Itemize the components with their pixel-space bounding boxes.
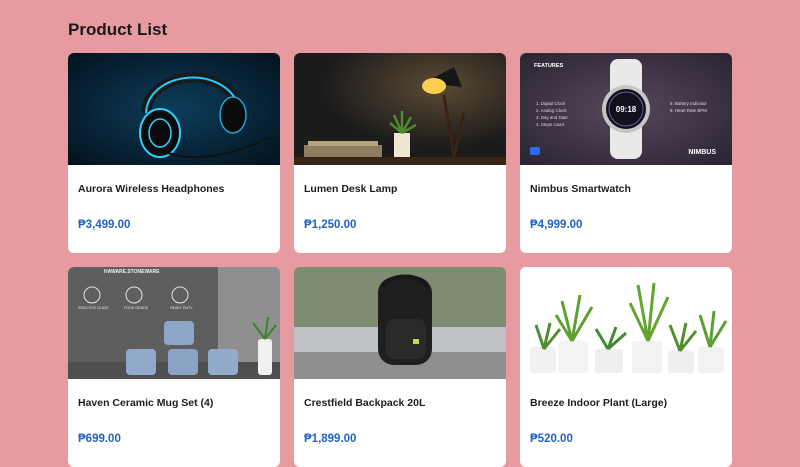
watch-time: 09:18 — [616, 105, 637, 114]
headphones-image[interactable] — [68, 53, 280, 165]
product-card[interactable]: Aurora Wireless Headphones ₱3,499.00 — [68, 53, 280, 253]
smartwatch-image[interactable]: FEATURES 1. Digital Clock 2. Analog Cloc… — [520, 53, 732, 165]
feature-item: 3. Day and Date — [536, 115, 568, 120]
product-card[interactable]: FEATURES 1. Digital Clock 2. Analog Cloc… — [520, 53, 732, 253]
badge-label: REACTIVE GLAZE — [78, 306, 109, 310]
feature-item: 5. Battery Indicator — [670, 101, 707, 106]
page-title: Product List — [68, 20, 168, 39]
badge-label: HEAVY DUTY — [170, 306, 193, 310]
product-card[interactable]: Crestfield Backpack 20L ₱1,899.00 — [294, 267, 506, 467]
plants-image[interactable] — [520, 267, 732, 379]
feature-item: 1. Digital Clock — [536, 101, 566, 106]
features-heading: FEATURES — [534, 63, 564, 69]
feature-item: 6. Heart Rate BPM — [670, 108, 707, 113]
mug-set-image[interactable]: HAWARE.STONEWARE REACTIVE GLAZE FOOD GRA… — [68, 267, 280, 379]
product-price: ₱4,999.00 — [530, 219, 583, 231]
product-price: ₱1,250.00 — [304, 219, 357, 231]
badge-label: FOOD GRADE — [124, 306, 149, 310]
product-price: ₱520.00 — [530, 433, 573, 445]
product-name[interactable]: Breeze Indoor Plant (Large) — [530, 397, 667, 409]
product-name[interactable]: Lumen Desk Lamp — [304, 183, 397, 195]
product-card[interactable]: Breeze Indoor Plant (Large) ₱520.00 — [520, 267, 732, 467]
brand-logo: NIMBUS — [688, 149, 716, 156]
product-price: ₱699.00 — [78, 433, 121, 445]
product-grid: Aurora Wireless Headphones ₱3,499.00 Lum… — [68, 53, 732, 467]
product-card[interactable]: HAWARE.STONEWARE REACTIVE GLAZE FOOD GRA… — [68, 267, 280, 467]
product-card[interactable]: Lumen Desk Lamp ₱1,250.00 — [294, 53, 506, 253]
product-name[interactable]: Nimbus Smartwatch — [530, 183, 631, 195]
product-name[interactable]: Aurora Wireless Headphones — [78, 183, 224, 195]
product-price: ₱3,499.00 — [78, 219, 131, 231]
feature-item: 4. Steps count — [536, 122, 565, 127]
backpack-image[interactable] — [294, 267, 506, 379]
product-price: ₱1,899.00 — [304, 433, 357, 445]
product-name[interactable]: Crestfield Backpack 20L — [304, 397, 425, 409]
product-name[interactable]: Haven Ceramic Mug Set (4) — [78, 397, 213, 409]
desk-lamp-image[interactable] — [294, 53, 506, 165]
feature-item: 2. Analog Clock — [536, 108, 567, 113]
brand-logo: HAWARE.STONEWARE — [104, 269, 160, 275]
